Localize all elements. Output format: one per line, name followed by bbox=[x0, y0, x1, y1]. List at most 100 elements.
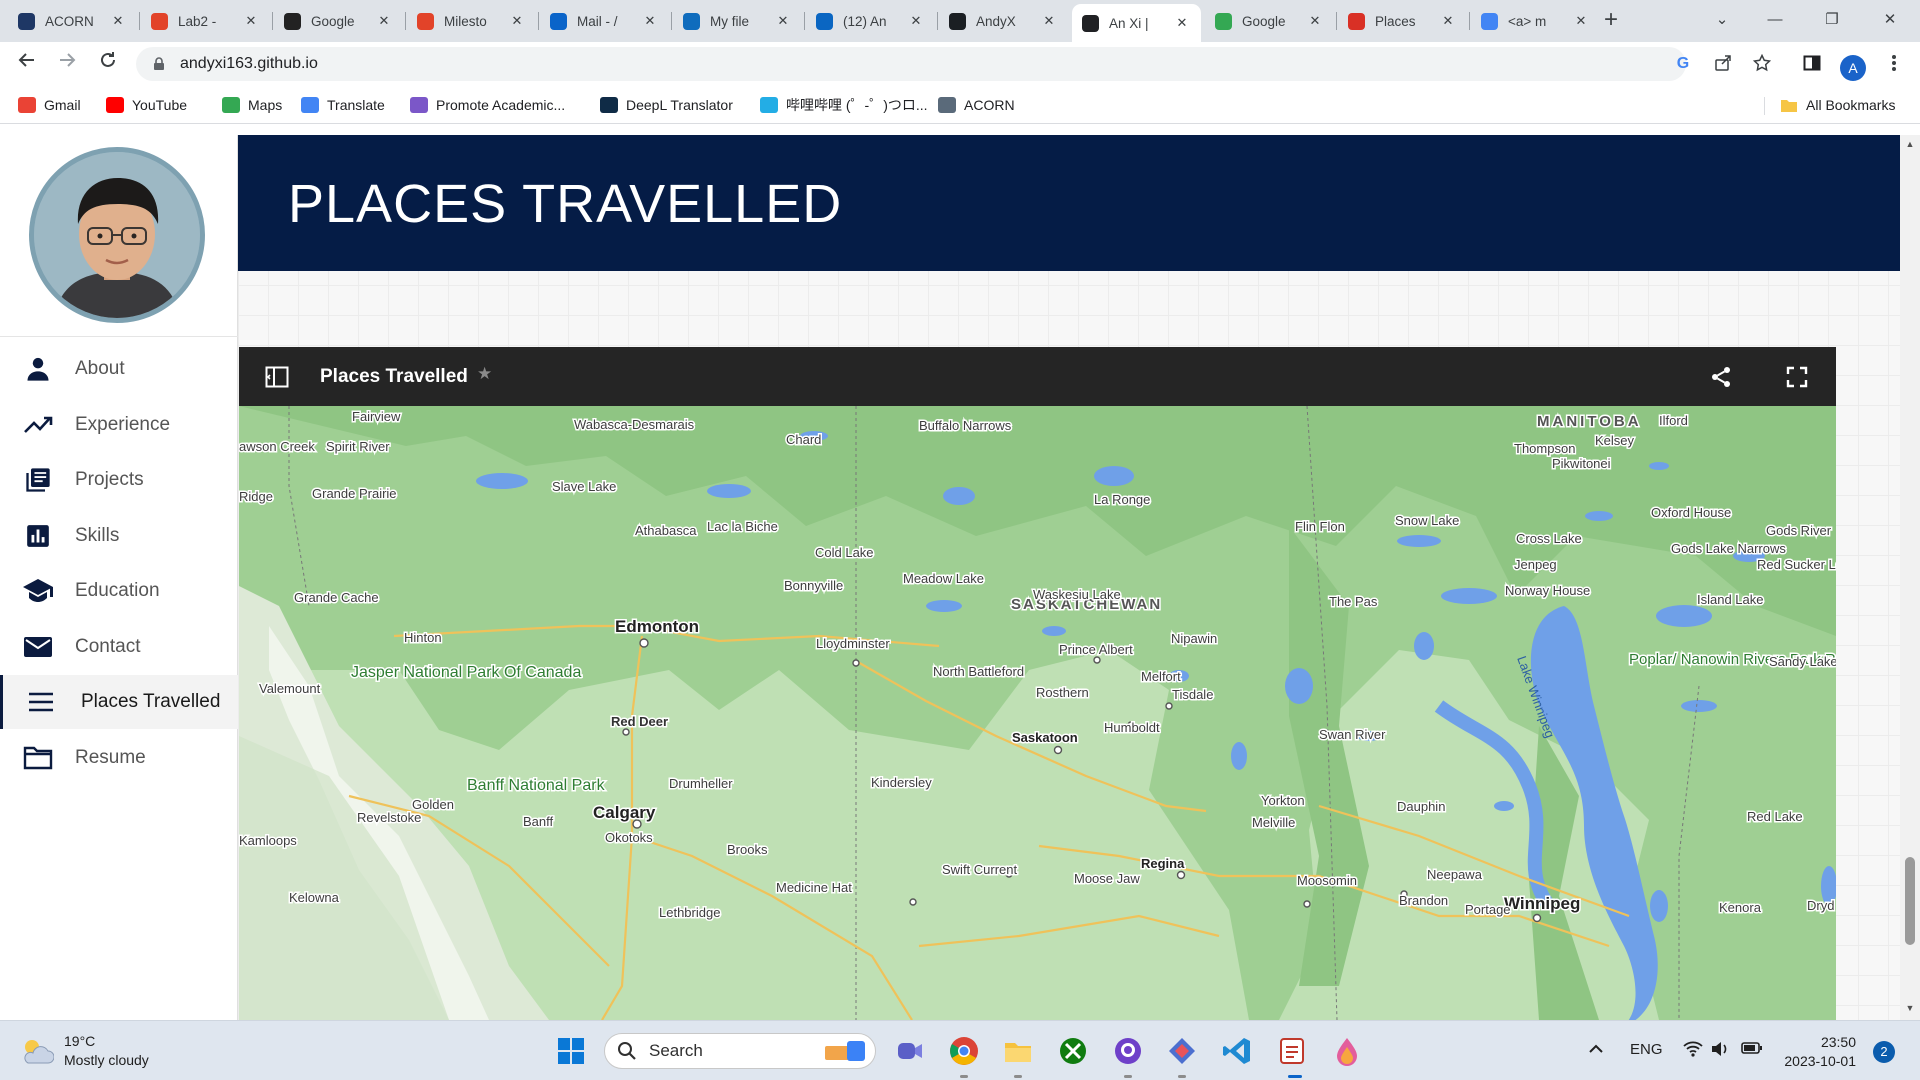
share-icon[interactable] bbox=[1709, 365, 1733, 389]
browser-tab[interactable]: An Xi | ✕ bbox=[1072, 4, 1201, 42]
map-label-jenpeg: Jenpeg bbox=[1514, 557, 1557, 572]
restore-window-icon[interactable]: ❐ bbox=[1812, 4, 1852, 36]
close-tab-icon[interactable]: ✕ bbox=[508, 13, 526, 29]
close-tab-icon[interactable]: ✕ bbox=[109, 13, 127, 29]
map-label-bonnyville: Bonnyville bbox=[784, 578, 843, 593]
bookmark-star-icon[interactable] bbox=[1752, 53, 1772, 74]
profile-avatar[interactable]: A bbox=[1840, 55, 1866, 81]
git-app-icon[interactable] bbox=[1166, 1035, 1198, 1067]
close-tab-icon[interactable]: ✕ bbox=[1040, 13, 1058, 29]
scroll-up-arrow-icon[interactable]: ▲ bbox=[1900, 139, 1920, 149]
sidebar-item-contact[interactable]: Contact bbox=[0, 620, 238, 674]
close-tab-icon[interactable]: ✕ bbox=[907, 13, 925, 29]
browser-tab[interactable]: (12) An ✕ bbox=[806, 6, 935, 36]
close-tab-icon[interactable]: ✕ bbox=[1173, 15, 1191, 31]
kebab-menu-icon[interactable] bbox=[1884, 54, 1904, 74]
close-tab-icon[interactable]: ✕ bbox=[1439, 13, 1457, 29]
bookmark-item[interactable]: ACORN bbox=[938, 96, 1015, 114]
reload-button[interactable] bbox=[94, 50, 122, 78]
map-canvas[interactable]: MANITOBA SASKATCHEWAN Edmonton Calgary S… bbox=[239, 406, 1836, 1020]
google-lens-icon[interactable]: G bbox=[1673, 54, 1693, 74]
close-tab-icon[interactable]: ✕ bbox=[375, 13, 393, 29]
close-tab-icon[interactable]: ✕ bbox=[242, 13, 260, 29]
map-label-snow-lake: Snow Lake bbox=[1395, 513, 1459, 528]
close-tab-icon[interactable]: ✕ bbox=[774, 13, 792, 29]
new-tab-button[interactable]: + bbox=[1597, 6, 1625, 34]
close-window-icon[interactable]: ✕ bbox=[1870, 4, 1910, 36]
address-bar[interactable]: andyxi163.github.io bbox=[136, 47, 1686, 81]
scrollbar-thumb[interactable] bbox=[1905, 857, 1915, 945]
tab-search-chevron-icon[interactable]: ⌄ bbox=[1702, 4, 1742, 36]
snipping-tool-icon[interactable] bbox=[1276, 1035, 1308, 1067]
notification-badge[interactable]: 2 bbox=[1873, 1041, 1895, 1063]
browser-tab[interactable]: Lab2 - ✕ bbox=[141, 6, 270, 36]
sidebar-item-places-travelled[interactable]: Places Travelled bbox=[0, 675, 238, 729]
close-tab-icon[interactable]: ✕ bbox=[641, 13, 659, 29]
browser-tab[interactable]: Mail - / ✕ bbox=[540, 6, 669, 36]
side-panel-icon[interactable] bbox=[1802, 54, 1822, 74]
sidebar-item-resume[interactable]: Resume bbox=[0, 731, 238, 785]
bookmark-item[interactable]: 哔哩哔哩 (゜-゜)つロ... bbox=[760, 96, 928, 114]
sidebar-item-label: Education bbox=[75, 580, 160, 601]
map-label-dauphin: Dauphin bbox=[1397, 799, 1445, 814]
close-tab-icon[interactable]: ✕ bbox=[1572, 13, 1590, 29]
page-scrollbar[interactable]: ▲ ▼ bbox=[1900, 135, 1920, 1020]
bookmark-item[interactable]: DeepL Translator bbox=[600, 96, 733, 114]
browser-tab[interactable]: <a> m ✕ bbox=[1471, 6, 1600, 36]
browser-tab[interactable]: ACORN ✕ bbox=[8, 6, 137, 36]
file-explorer-icon[interactable] bbox=[1002, 1035, 1034, 1067]
map-label-humboldt: Humboldt bbox=[1104, 720, 1160, 735]
forward-button[interactable] bbox=[53, 50, 81, 78]
sidebar-item-about[interactable]: About bbox=[0, 342, 238, 396]
star-icon[interactable]: ★ bbox=[477, 364, 492, 384]
vscode-icon[interactable] bbox=[1221, 1035, 1253, 1067]
wifi-icon[interactable] bbox=[1683, 1041, 1703, 1061]
map-title: Places Travelled bbox=[320, 366, 468, 387]
close-tab-icon[interactable]: ✕ bbox=[1306, 13, 1324, 29]
show-hidden-icons-chevron-icon[interactable] bbox=[1588, 1041, 1604, 1058]
linkedin-icon bbox=[816, 12, 833, 30]
github-desktop-icon[interactable] bbox=[1112, 1035, 1144, 1067]
arrow-left-icon bbox=[18, 53, 34, 67]
share-icon[interactable] bbox=[1713, 54, 1733, 74]
weather-widget[interactable]: 19°C Mostly cloudy bbox=[20, 1031, 149, 1071]
sidebar-item-education[interactable]: Education bbox=[0, 564, 238, 618]
browser-tab[interactable]: Places ✕ bbox=[1338, 6, 1467, 36]
tab-label: (12) An bbox=[843, 13, 887, 29]
scroll-down-arrow-icon[interactable]: ▼ bbox=[1900, 1003, 1920, 1013]
bookmark-item[interactable]: Gmail bbox=[18, 96, 81, 114]
paint-app-icon[interactable] bbox=[1331, 1035, 1363, 1067]
taskbar-search[interactable]: Search bbox=[604, 1033, 876, 1069]
volume-icon[interactable] bbox=[1710, 1041, 1730, 1061]
tab-separator bbox=[272, 12, 273, 30]
browser-tab[interactable]: Google ✕ bbox=[1205, 6, 1334, 36]
tab-label: Google bbox=[1242, 13, 1286, 29]
battery-icon[interactable] bbox=[1741, 1041, 1763, 1059]
browser-tab[interactable]: My file ✕ bbox=[673, 6, 802, 36]
map-label-rosthern: Rosthern bbox=[1036, 685, 1089, 700]
browser-tab[interactable]: AndyX ✕ bbox=[939, 6, 1068, 36]
minimize-window-icon[interactable]: — bbox=[1755, 4, 1795, 36]
browser-tab[interactable]: Milesto ✕ bbox=[407, 6, 536, 36]
bookmark-item[interactable]: Translate bbox=[301, 96, 385, 114]
start-windows-icon[interactable] bbox=[555, 1035, 587, 1067]
teams-meet-icon[interactable] bbox=[893, 1035, 925, 1067]
back-button[interactable] bbox=[13, 50, 41, 78]
map-label-pikwitonei: Pikwitonei bbox=[1552, 456, 1611, 471]
sidebar-item-projects[interactable]: Projects bbox=[0, 453, 238, 507]
bookmark-item[interactable]: Maps bbox=[222, 96, 282, 114]
bookmark-item[interactable]: Promote Academic... bbox=[410, 96, 565, 114]
map-legend-toggle-icon[interactable] bbox=[265, 365, 289, 389]
language-indicator[interactable]: ENG bbox=[1630, 1041, 1663, 1058]
chrome-icon[interactable] bbox=[948, 1035, 980, 1067]
browser-tab[interactable]: Google ✕ bbox=[274, 6, 403, 36]
sidebar-item-skills[interactable]: Skills bbox=[0, 509, 238, 563]
xbox-icon[interactable] bbox=[1057, 1035, 1089, 1067]
all-bookmarks-folder[interactable]: All Bookmarks bbox=[1780, 96, 1895, 114]
embedded-map[interactable]: Places Travelled ★ MANITOBA SASKATCHEWAN… bbox=[239, 347, 1836, 1020]
bookmark-item[interactable]: YouTube bbox=[106, 96, 187, 114]
system-clock[interactable]: 23:50 2023-10-01 bbox=[1780, 1033, 1856, 1071]
fullscreen-icon[interactable] bbox=[1785, 365, 1809, 389]
tab-separator bbox=[937, 12, 938, 30]
sidebar-item-experience[interactable]: Experience bbox=[0, 398, 238, 452]
